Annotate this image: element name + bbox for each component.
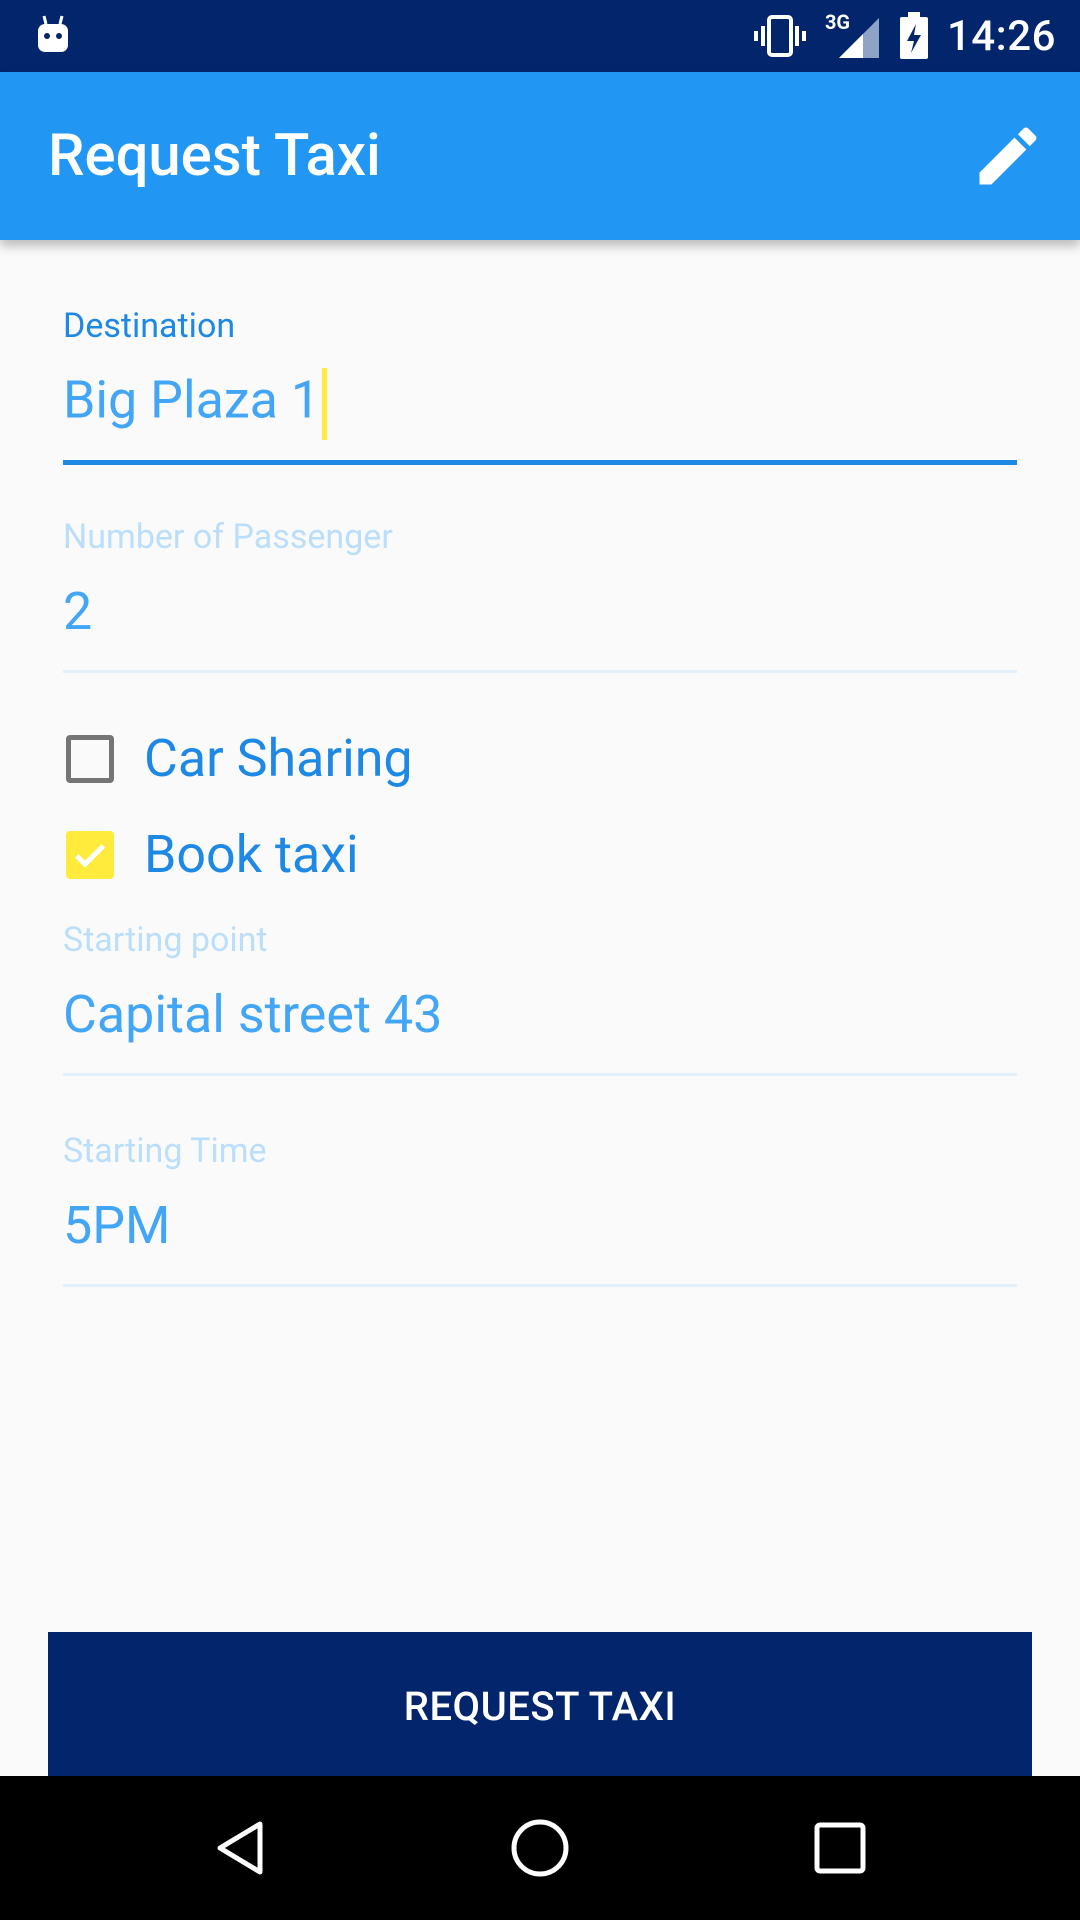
- passengers-label: Number of Passenger: [63, 517, 393, 557]
- navigation-bar: [0, 1776, 1080, 1920]
- book-taxi-label: Book taxi: [144, 824, 359, 885]
- starting-point-field[interactable]: Starting point Capital street 43: [63, 920, 1017, 1080]
- recents-button[interactable]: [804, 1812, 876, 1884]
- back-button[interactable]: [204, 1812, 276, 1884]
- starting-time-field[interactable]: Starting Time 5PM: [63, 1131, 1017, 1291]
- passengers-underline: [63, 670, 1017, 673]
- cell-signal-icon: 3G: [825, 10, 881, 60]
- starting-time-input[interactable]: 5PM: [63, 1195, 170, 1256]
- pencil-icon: [979, 127, 1037, 185]
- android-notification-icon: [38, 15, 68, 52]
- starting-point-underline: [63, 1073, 1017, 1076]
- back-triangle-icon: [217, 1821, 263, 1875]
- app-bar: Request Taxi: [0, 72, 1080, 240]
- car-sharing-checkbox[interactable]: Car Sharing: [66, 728, 413, 789]
- checkbox-checked-icon[interactable]: [66, 830, 114, 879]
- starting-point-input[interactable]: Capital street 43: [63, 984, 442, 1045]
- recents-square-icon: [814, 1822, 866, 1874]
- starting-time-label: Starting Time: [63, 1131, 267, 1171]
- starting-point-label: Starting point: [63, 920, 268, 960]
- destination-input[interactable]: Big Plaza 1: [63, 370, 320, 431]
- checkbox-unchecked-icon[interactable]: [66, 734, 114, 783]
- checkmark-icon: [74, 843, 106, 868]
- destination-underline: [63, 460, 1017, 465]
- destination-field[interactable]: Destination Big Plaza 1: [63, 306, 1017, 466]
- passengers-field[interactable]: Number of Passenger 2: [63, 517, 1017, 677]
- book-taxi-checkbox[interactable]: Book taxi: [66, 824, 359, 885]
- request-taxi-button[interactable]: REQUEST TAXI: [48, 1632, 1032, 1780]
- home-button[interactable]: [504, 1812, 576, 1884]
- clock: 14:26: [946, 11, 1056, 61]
- battery-charging-icon: [899, 12, 928, 59]
- edit-button[interactable]: [966, 114, 1050, 198]
- home-circle-icon: [511, 1819, 569, 1877]
- page-title: Request Taxi: [48, 122, 381, 190]
- passengers-input[interactable]: 2: [63, 581, 92, 642]
- text-cursor: [322, 368, 328, 440]
- status-bar: 3G 14:26: [0, 0, 1080, 72]
- car-sharing-label: Car Sharing: [144, 728, 413, 789]
- starting-time-underline: [63, 1284, 1017, 1287]
- destination-label: Destination: [63, 306, 236, 346]
- vibrate-icon: [753, 15, 806, 57]
